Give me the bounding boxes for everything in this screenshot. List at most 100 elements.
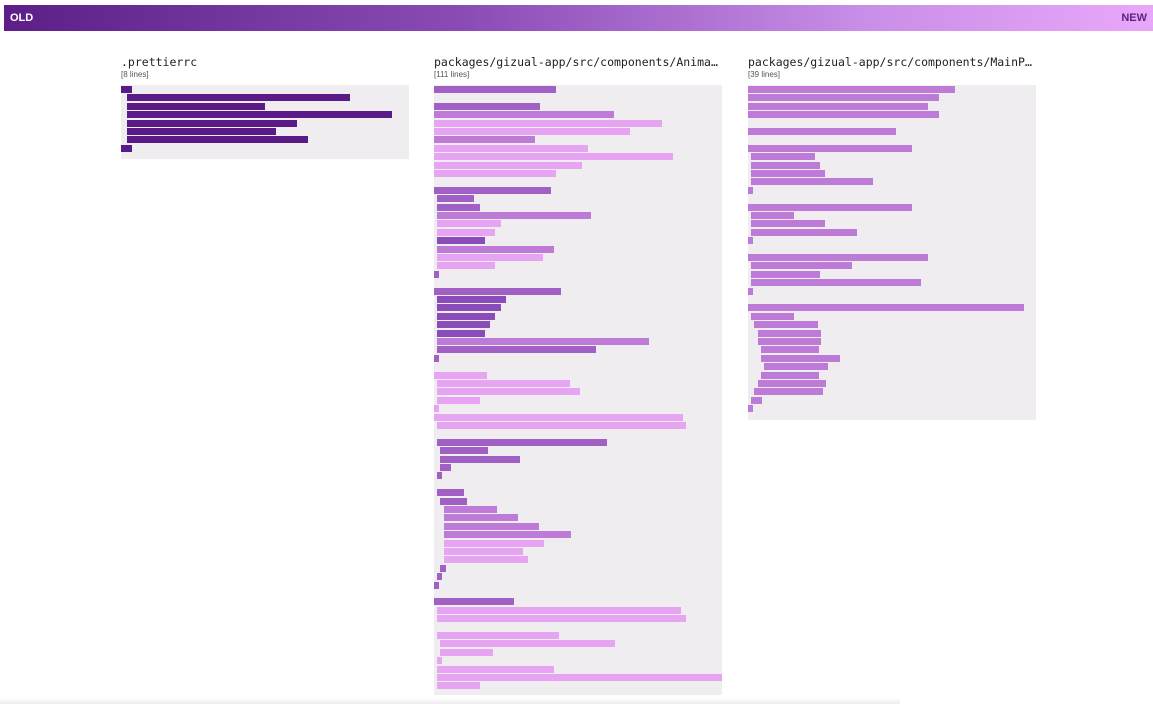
code-line-bar[interactable] [437, 262, 496, 270]
code-line-bar[interactable] [437, 237, 485, 245]
code-line-bar[interactable] [434, 287, 562, 295]
code-line-bar[interactable] [127, 111, 393, 119]
code-line-bar[interactable] [434, 270, 440, 278]
code-line-bar[interactable] [748, 405, 754, 413]
code-line-bar[interactable] [748, 304, 1024, 312]
code-line-bar[interactable] [748, 287, 754, 295]
code-line-bar[interactable] [434, 102, 540, 110]
code-line-bar[interactable] [121, 144, 132, 152]
code-line-bar[interactable] [437, 674, 722, 681]
code-line-bar[interactable] [437, 573, 443, 581]
code-line-bar[interactable] [127, 94, 350, 102]
code-line-bar[interactable] [437, 615, 687, 623]
code-line-bar[interactable] [757, 338, 822, 345]
code-line-bar[interactable] [443, 548, 524, 555]
code-line-bar[interactable] [751, 228, 858, 236]
code-line-bar[interactable] [764, 363, 828, 371]
code-line-bar[interactable] [751, 153, 815, 161]
code-line-bar[interactable] [437, 388, 581, 396]
code-line-bar[interactable] [437, 245, 554, 253]
code-line-bar[interactable] [440, 564, 446, 572]
code-line-bar[interactable] [440, 640, 616, 648]
code-line-bar[interactable] [437, 657, 443, 665]
code-line-bar[interactable] [434, 170, 556, 177]
code-line-bar[interactable] [437, 682, 480, 690]
code-line-bar[interactable] [437, 380, 570, 387]
code-line-bar[interactable] [121, 86, 132, 93]
code-line-bar[interactable] [443, 539, 545, 547]
code-line-bar[interactable] [440, 455, 520, 463]
code-line-bar[interactable] [748, 94, 939, 102]
code-line-bar[interactable] [434, 598, 514, 606]
code-line-bar[interactable] [437, 606, 681, 614]
code-line-bar[interactable] [443, 556, 529, 564]
code-line-bar[interactable] [437, 220, 501, 228]
code-line-bar[interactable] [437, 254, 544, 261]
code-line-bar[interactable] [748, 128, 897, 135]
code-line-bar[interactable] [437, 346, 597, 354]
code-line-bar[interactable] [437, 665, 554, 673]
code-line-bar[interactable] [751, 396, 762, 404]
code-line-bar[interactable] [440, 464, 451, 471]
code-line-bar[interactable] [434, 413, 684, 421]
code-line-bar[interactable] [748, 86, 955, 93]
code-line-bar[interactable] [751, 312, 794, 320]
code-line-bar[interactable] [751, 161, 821, 169]
code-line-bar[interactable] [757, 380, 827, 387]
code-line-bar[interactable] [437, 296, 507, 303]
code-line-bar[interactable] [748, 102, 929, 110]
code-line-bar[interactable] [760, 346, 820, 354]
code-line-bar[interactable] [127, 102, 266, 110]
code-line-bar[interactable] [760, 354, 841, 362]
file-card[interactable]: .prettierrc [8 lines] [121, 55, 409, 160]
code-line-bar[interactable] [437, 312, 496, 320]
code-line-bar[interactable] [443, 522, 539, 530]
code-line-bar[interactable] [440, 497, 467, 505]
code-line-bar[interactable] [751, 279, 921, 287]
code-line-bar[interactable] [748, 237, 754, 245]
code-line-bar[interactable] [434, 136, 535, 144]
code-line-bar[interactable] [437, 304, 501, 312]
code-line-bar[interactable] [434, 371, 487, 379]
code-line-bar[interactable] [437, 396, 480, 404]
code-line-bar[interactable] [434, 161, 583, 169]
code-line-bar[interactable] [434, 186, 551, 194]
code-line-bar[interactable] [434, 128, 631, 135]
code-line-bar[interactable] [748, 186, 754, 194]
code-line-bar[interactable] [434, 581, 440, 589]
code-line-bar[interactable] [440, 648, 494, 656]
code-line-bar[interactable] [748, 203, 913, 211]
code-line-bar[interactable] [443, 506, 497, 513]
file-card[interactable]: packages/gizual-app/src/components/MainP… [748, 55, 1036, 420]
code-line-bar[interactable] [751, 262, 852, 270]
code-line-bar[interactable] [437, 203, 480, 211]
code-line-bar[interactable] [434, 405, 440, 413]
code-line-bar[interactable] [437, 489, 464, 497]
code-line-bar[interactable] [748, 111, 939, 119]
code-line-bar[interactable] [440, 447, 489, 455]
code-line-bar[interactable] [751, 212, 794, 219]
code-line-bar[interactable] [434, 144, 588, 152]
code-line-bar[interactable] [754, 321, 818, 329]
code-line-bar[interactable] [443, 514, 518, 522]
code-line-bar[interactable] [748, 144, 913, 152]
code-line-bar[interactable] [434, 153, 673, 161]
code-line-bar[interactable] [437, 422, 687, 429]
code-line-bar[interactable] [751, 178, 874, 186]
code-line-bar[interactable] [437, 338, 650, 345]
code-line-bar[interactable] [434, 86, 556, 93]
code-line-bar[interactable] [434, 119, 662, 127]
code-line-bar[interactable] [127, 119, 297, 127]
code-line-bar[interactable] [443, 531, 571, 539]
code-line-bar[interactable] [751, 220, 826, 228]
code-line-bar[interactable] [437, 472, 443, 480]
code-line-bar[interactable] [757, 329, 822, 337]
code-line-bar[interactable] [437, 321, 491, 329]
code-line-bar[interactable] [751, 170, 826, 177]
code-line-bar[interactable] [437, 228, 496, 236]
code-line-bar[interactable] [754, 388, 824, 396]
code-line-bar[interactable] [437, 438, 607, 446]
code-line-bar[interactable] [437, 195, 475, 203]
code-line-bar[interactable] [437, 212, 591, 219]
code-line-bar[interactable] [437, 632, 560, 639]
